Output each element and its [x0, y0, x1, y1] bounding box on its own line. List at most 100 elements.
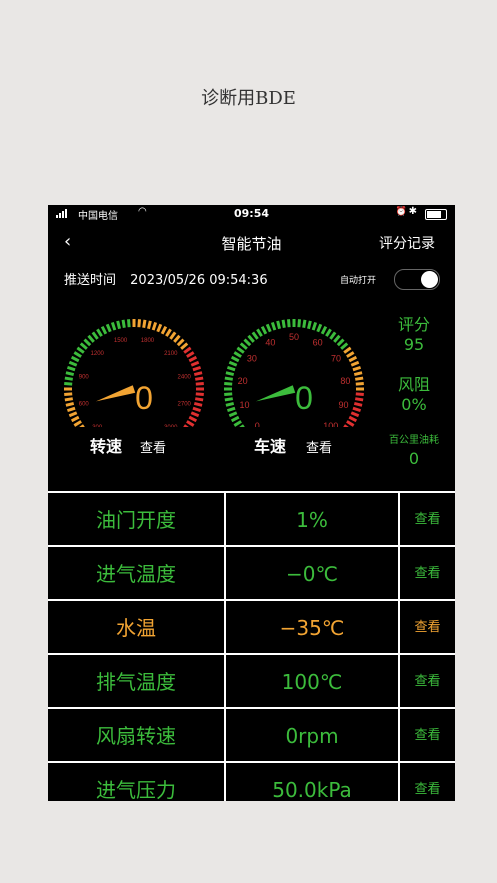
gauge-tick — [190, 411, 200, 418]
speed-gauge: 0 10 20 30 40 50 60 70 80 90 100 0 — [214, 309, 374, 427]
gauge-tick — [173, 334, 181, 343]
gauge-tick — [228, 411, 238, 418]
gauge-tick — [333, 334, 341, 343]
row-view-link[interactable]: 查看 — [400, 763, 455, 801]
gauge-tick — [73, 420, 82, 427]
gauge-tick — [91, 331, 99, 340]
rpm-label: 转速 — [90, 437, 123, 456]
gauge-tick — [352, 365, 362, 372]
page-caption: 诊断用BDE — [201, 88, 296, 109]
gauge-tick — [265, 323, 272, 333]
gauge-tick — [73, 351, 82, 358]
gauge-tick — [116, 320, 121, 330]
gauge-tick — [320, 325, 328, 335]
gauge-tick — [64, 392, 73, 396]
gauge-tick — [336, 338, 345, 347]
row-value: −35℃ — [224, 601, 400, 655]
gauge-tick-label: 600 — [79, 401, 90, 407]
gauge-tick — [260, 325, 268, 335]
gauge-tick — [79, 342, 88, 350]
gauge-tick — [137, 319, 141, 328]
auto-open-label: 自动打开 — [340, 276, 377, 286]
gauge-tick — [325, 328, 332, 337]
gauge-tick — [64, 376, 73, 381]
gauge-tick — [70, 355, 80, 363]
gauge-tick — [65, 402, 75, 407]
gauge-tick — [65, 371, 75, 376]
wind-value: 0% — [401, 395, 427, 414]
gauge-tick — [188, 355, 198, 363]
gauge-tick-label: 0 — [255, 421, 260, 427]
gauge-tick — [183, 346, 192, 354]
gauge-tick — [281, 319, 286, 328]
gauge-tick-label: 3000 — [164, 425, 178, 427]
gauge-tick — [340, 342, 349, 350]
gauge-tick-label: 1200 — [91, 351, 105, 357]
gauge-tick — [195, 382, 204, 386]
phone-screen: 中国电信 ◠ 09:54 ⏰ ✱ ‹ 智能节油 评分记录 推送时间 2023/0… — [48, 205, 455, 801]
gauge-tick-label: 300 — [92, 425, 103, 427]
gauge-tick — [142, 319, 147, 328]
gauge-tick — [352, 406, 362, 413]
table-row: 进气压力 50.0kPa 查看 — [48, 761, 455, 801]
gauge-tick — [350, 411, 360, 418]
gauge-tick — [355, 382, 364, 386]
gauge-tick-label: 10 — [240, 400, 250, 410]
speed-label: 车速 — [254, 437, 287, 456]
gauge-value: 0 — [135, 380, 153, 416]
gauge-tick — [183, 424, 189, 427]
row-name: 排气温度 — [96, 670, 176, 694]
gauge-tick — [230, 355, 240, 363]
row-view-link[interactable]: 查看 — [400, 601, 455, 655]
fuel-label: 百公里油耗 — [389, 435, 439, 446]
gauge-tick — [66, 365, 76, 372]
row-view-link[interactable]: 查看 — [400, 709, 455, 763]
gauge-tick — [239, 424, 245, 427]
gauge-tick — [348, 415, 358, 423]
gauge-tick-label: 70 — [331, 353, 341, 363]
gauge-tick-label: 90 — [338, 400, 348, 410]
push-time-label: 推送时间 — [64, 273, 117, 288]
gauge-tick-label: 40 — [265, 338, 275, 348]
gauge-tick — [224, 382, 233, 386]
gauge-tick-label: 100 — [323, 421, 338, 427]
gauge-tick — [195, 392, 204, 396]
row-view-link[interactable]: 查看 — [400, 493, 455, 547]
gauge-value: 0 — [295, 380, 313, 416]
bluetooth-icon: ✱ — [408, 206, 417, 217]
status-time: 09:54 — [233, 207, 269, 220]
wind-label: 风阻 — [397, 375, 430, 394]
gauge-tick — [186, 420, 195, 427]
gauge-tick — [236, 346, 245, 354]
gauge-tick — [346, 351, 355, 358]
gauge-tick — [224, 397, 233, 402]
gauge-tick — [147, 320, 152, 330]
gauge-tick — [76, 346, 85, 354]
score-label: 评分 — [397, 315, 430, 334]
speed-view-link[interactable]: 查看 — [306, 437, 332, 456]
rpm-gauge: 300 600 900 1200 1500 1800 2100 2400 2700 3000 0 — [54, 309, 214, 427]
gauge-tick — [193, 371, 203, 376]
auto-open-toggle[interactable] — [394, 269, 440, 290]
gauge-tick — [350, 360, 360, 367]
gauge-tick — [355, 376, 364, 381]
row-view-link[interactable]: 查看 — [400, 655, 455, 709]
gauge-tick — [251, 331, 259, 340]
gauge-tick — [160, 325, 168, 335]
gauge-tick-label: 20 — [238, 376, 248, 386]
table-row: 油门开度 1% 查看 — [48, 491, 455, 547]
rpm-view-link[interactable]: 查看 — [140, 437, 166, 456]
score-record-link[interactable]: 评分记录 — [379, 233, 435, 253]
gauge-tick — [239, 342, 248, 350]
gauge-tick — [105, 323, 112, 333]
row-view-link[interactable]: 查看 — [400, 547, 455, 601]
row-name: 进气压力 — [96, 778, 176, 801]
gauge-tick-label: 2700 — [178, 401, 192, 407]
gauge-tick — [224, 392, 233, 396]
gauge-tick — [346, 420, 355, 427]
status-bar: 中国电信 ◠ 09:54 ⏰ ✱ — [48, 205, 455, 223]
gauge-tick-label: 50 — [289, 332, 299, 342]
gauge-tick — [70, 415, 80, 423]
gauge-tick — [228, 360, 238, 367]
row-value: 1% — [224, 493, 400, 547]
